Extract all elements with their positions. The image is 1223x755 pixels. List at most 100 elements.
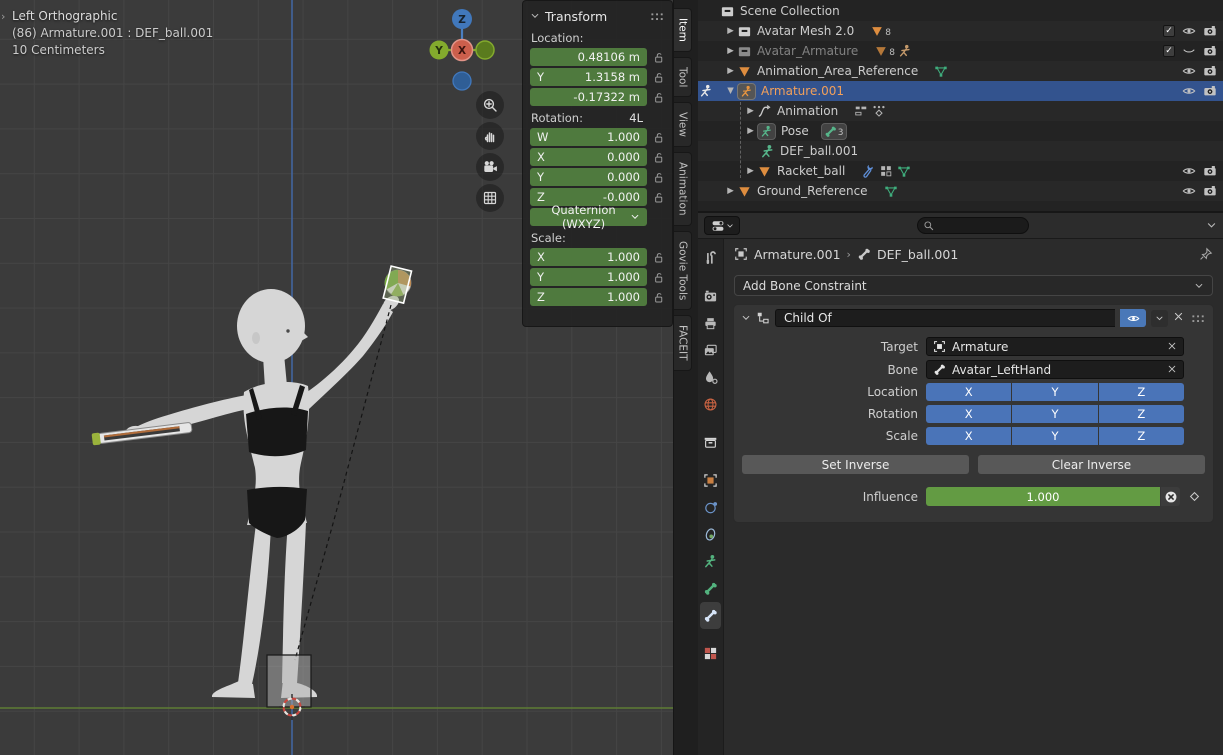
tab-faceit[interactable]: FACEIT xyxy=(674,315,692,371)
constraint-name-field[interactable]: Child Of xyxy=(775,309,1115,327)
outliner-row-animation[interactable]: ▶ Animation xyxy=(698,101,1223,121)
expand-arrow-icon[interactable]: ▶ xyxy=(724,66,737,76)
tab-tool[interactable]: Tool xyxy=(674,57,692,97)
lock-icon[interactable] xyxy=(652,151,665,164)
expand-arrow-icon[interactable]: ▶ xyxy=(724,186,737,196)
expand-arrow-icon[interactable]: ▶ xyxy=(724,46,737,56)
eye-icon[interactable] xyxy=(1182,184,1196,198)
outliner-row-racket-ball[interactable]: ▶ Racket_ball xyxy=(698,161,1223,181)
remove-influence-driver-icon[interactable] xyxy=(1161,487,1180,506)
tab-output-icon[interactable] xyxy=(698,310,723,337)
breadcrumb-object[interactable]: Armature.001 xyxy=(754,247,841,262)
editor-type-button[interactable] xyxy=(704,216,740,235)
tab-scene-icon[interactable] xyxy=(698,364,723,391)
rotation-y-toggle[interactable]: Y xyxy=(1012,405,1097,423)
checkbox-checked[interactable]: ✓ xyxy=(1163,25,1175,37)
scale-x-field[interactable]: X1.000 xyxy=(530,248,647,266)
rotation-x-field[interactable]: X0.000 xyxy=(530,148,647,166)
sidebar-collapse-arrow[interactable]: › xyxy=(1,10,5,23)
scale-z-toggle[interactable]: Z xyxy=(1099,427,1184,445)
location-z-field[interactable]: -0.17322 m xyxy=(530,88,647,106)
lock-icon[interactable] xyxy=(652,191,665,204)
outliner-row-animation-area-reference[interactable]: ▶ Animation_Area_Reference xyxy=(698,61,1223,81)
tab-object-data-icon[interactable] xyxy=(698,548,723,575)
checkbox-checked[interactable]: ✓ xyxy=(1163,45,1175,57)
tab-animation[interactable]: Animation xyxy=(674,152,692,226)
rotation-z-toggle[interactable]: Z xyxy=(1099,405,1184,423)
clear-bone-icon[interactable] xyxy=(1167,363,1177,377)
panel-grip-icon[interactable] xyxy=(1191,314,1206,323)
eye-closed-icon[interactable] xyxy=(1182,44,1196,58)
influence-slider[interactable]: 1.000 xyxy=(926,487,1160,506)
tab-view[interactable]: View xyxy=(674,102,692,147)
lock-icon[interactable] xyxy=(652,171,665,184)
lock-icon[interactable] xyxy=(652,51,665,64)
lock-icon[interactable] xyxy=(652,291,665,304)
keyframe-diamond-icon[interactable] xyxy=(1188,490,1201,503)
constraint-enable-eye-toggle[interactable] xyxy=(1120,309,1146,327)
orthographic-grid-icon[interactable] xyxy=(476,184,504,212)
camera-icon[interactable] xyxy=(1203,24,1217,38)
eye-icon[interactable] xyxy=(1182,164,1196,178)
tab-item[interactable]: Item xyxy=(674,8,692,52)
tab-tool-icon[interactable] xyxy=(698,245,723,272)
3d-viewport[interactable]: › Left Orthographic (86) Armature.001 : … xyxy=(0,0,673,755)
outliner-row-ground-reference[interactable]: ▶ Ground_Reference xyxy=(698,181,1223,201)
expand-arrow-icon[interactable]: ▶ xyxy=(744,126,757,136)
tab-bone-constraint-icon[interactable] xyxy=(700,602,721,629)
properties-search-input[interactable] xyxy=(917,217,1029,234)
collapse-chevron-icon[interactable] xyxy=(530,11,540,21)
tab-world-icon[interactable] xyxy=(698,391,723,418)
camera-icon[interactable] xyxy=(1203,84,1217,98)
lock-icon[interactable] xyxy=(652,131,665,144)
clear-target-icon[interactable] xyxy=(1167,340,1177,354)
tab-physics-icon[interactable] xyxy=(698,494,723,521)
collapse-arrow-icon[interactable]: ▼ xyxy=(724,86,737,96)
expand-arrow-icon[interactable]: ▶ xyxy=(744,166,757,176)
location-y-toggle[interactable]: Y xyxy=(1012,383,1097,401)
tab-render-icon[interactable] xyxy=(698,283,723,310)
pan-hand-icon[interactable] xyxy=(476,122,504,150)
expand-arrow-icon[interactable]: ▶ xyxy=(724,26,737,36)
outliner-row-armature-001[interactable]: ▼ Armature.001 xyxy=(698,81,1223,101)
location-z-toggle[interactable]: Z xyxy=(1099,383,1184,401)
outliner-row-avatar-mesh[interactable]: ▶ Avatar Mesh 2.0 8 ✓ xyxy=(698,21,1223,41)
tab-view-layer-icon[interactable] xyxy=(698,337,723,364)
tab-collection-icon[interactable] xyxy=(698,429,723,456)
camera-icon[interactable] xyxy=(1203,64,1217,78)
camera-icon[interactable] xyxy=(1203,164,1217,178)
rotation-w-field[interactable]: W1.000 xyxy=(530,128,647,146)
constraint-extras-dropdown[interactable] xyxy=(1151,310,1168,327)
eye-icon[interactable] xyxy=(1182,64,1196,78)
lock-icon[interactable] xyxy=(652,251,665,264)
tab-object-constraints-icon[interactable] xyxy=(698,521,723,548)
scale-x-toggle[interactable]: X xyxy=(926,427,1011,445)
delete-constraint-icon[interactable] xyxy=(1173,311,1184,325)
location-x-field[interactable]: 0.48106 m xyxy=(530,48,647,66)
add-bone-constraint-button[interactable]: Add Bone Constraint xyxy=(734,275,1213,296)
eye-icon[interactable] xyxy=(1182,84,1196,98)
set-inverse-button[interactable]: Set Inverse xyxy=(742,455,969,474)
lock-icon[interactable] xyxy=(652,271,665,284)
outliner-row-scene-collection[interactable]: Scene Collection xyxy=(698,1,1223,21)
expand-arrow-icon[interactable]: ▶ xyxy=(744,106,757,116)
eye-icon[interactable] xyxy=(1182,24,1196,38)
scale-y-toggle[interactable]: Y xyxy=(1012,427,1097,445)
lock-icon[interactable] xyxy=(652,71,665,84)
rotation-x-toggle[interactable]: X xyxy=(926,405,1011,423)
outliner-row-pose[interactable]: ▶ Pose 3 xyxy=(698,121,1223,141)
navigation-gizmo[interactable]: Z Y X xyxy=(424,4,504,99)
collapse-chevron-icon[interactable] xyxy=(741,313,751,323)
clear-inverse-button[interactable]: Clear Inverse xyxy=(978,455,1205,474)
pin-icon[interactable] xyxy=(1199,247,1213,261)
lock-icon[interactable] xyxy=(652,91,665,104)
scale-y-field[interactable]: Y1.000 xyxy=(530,268,647,286)
breadcrumb-bone[interactable]: DEF_ball.001 xyxy=(877,247,958,262)
tab-texture-icon[interactable] xyxy=(698,640,723,667)
target-field[interactable]: Armature xyxy=(926,337,1184,356)
tab-bone-icon[interactable] xyxy=(698,575,723,602)
rotation-mode-dropdown[interactable]: Quaternion (WXYZ) xyxy=(530,208,647,226)
tab-object-icon[interactable] xyxy=(698,467,723,494)
camera-view-icon[interactable] xyxy=(476,153,504,181)
bone-field[interactable]: Avatar_LeftHand xyxy=(926,360,1184,379)
